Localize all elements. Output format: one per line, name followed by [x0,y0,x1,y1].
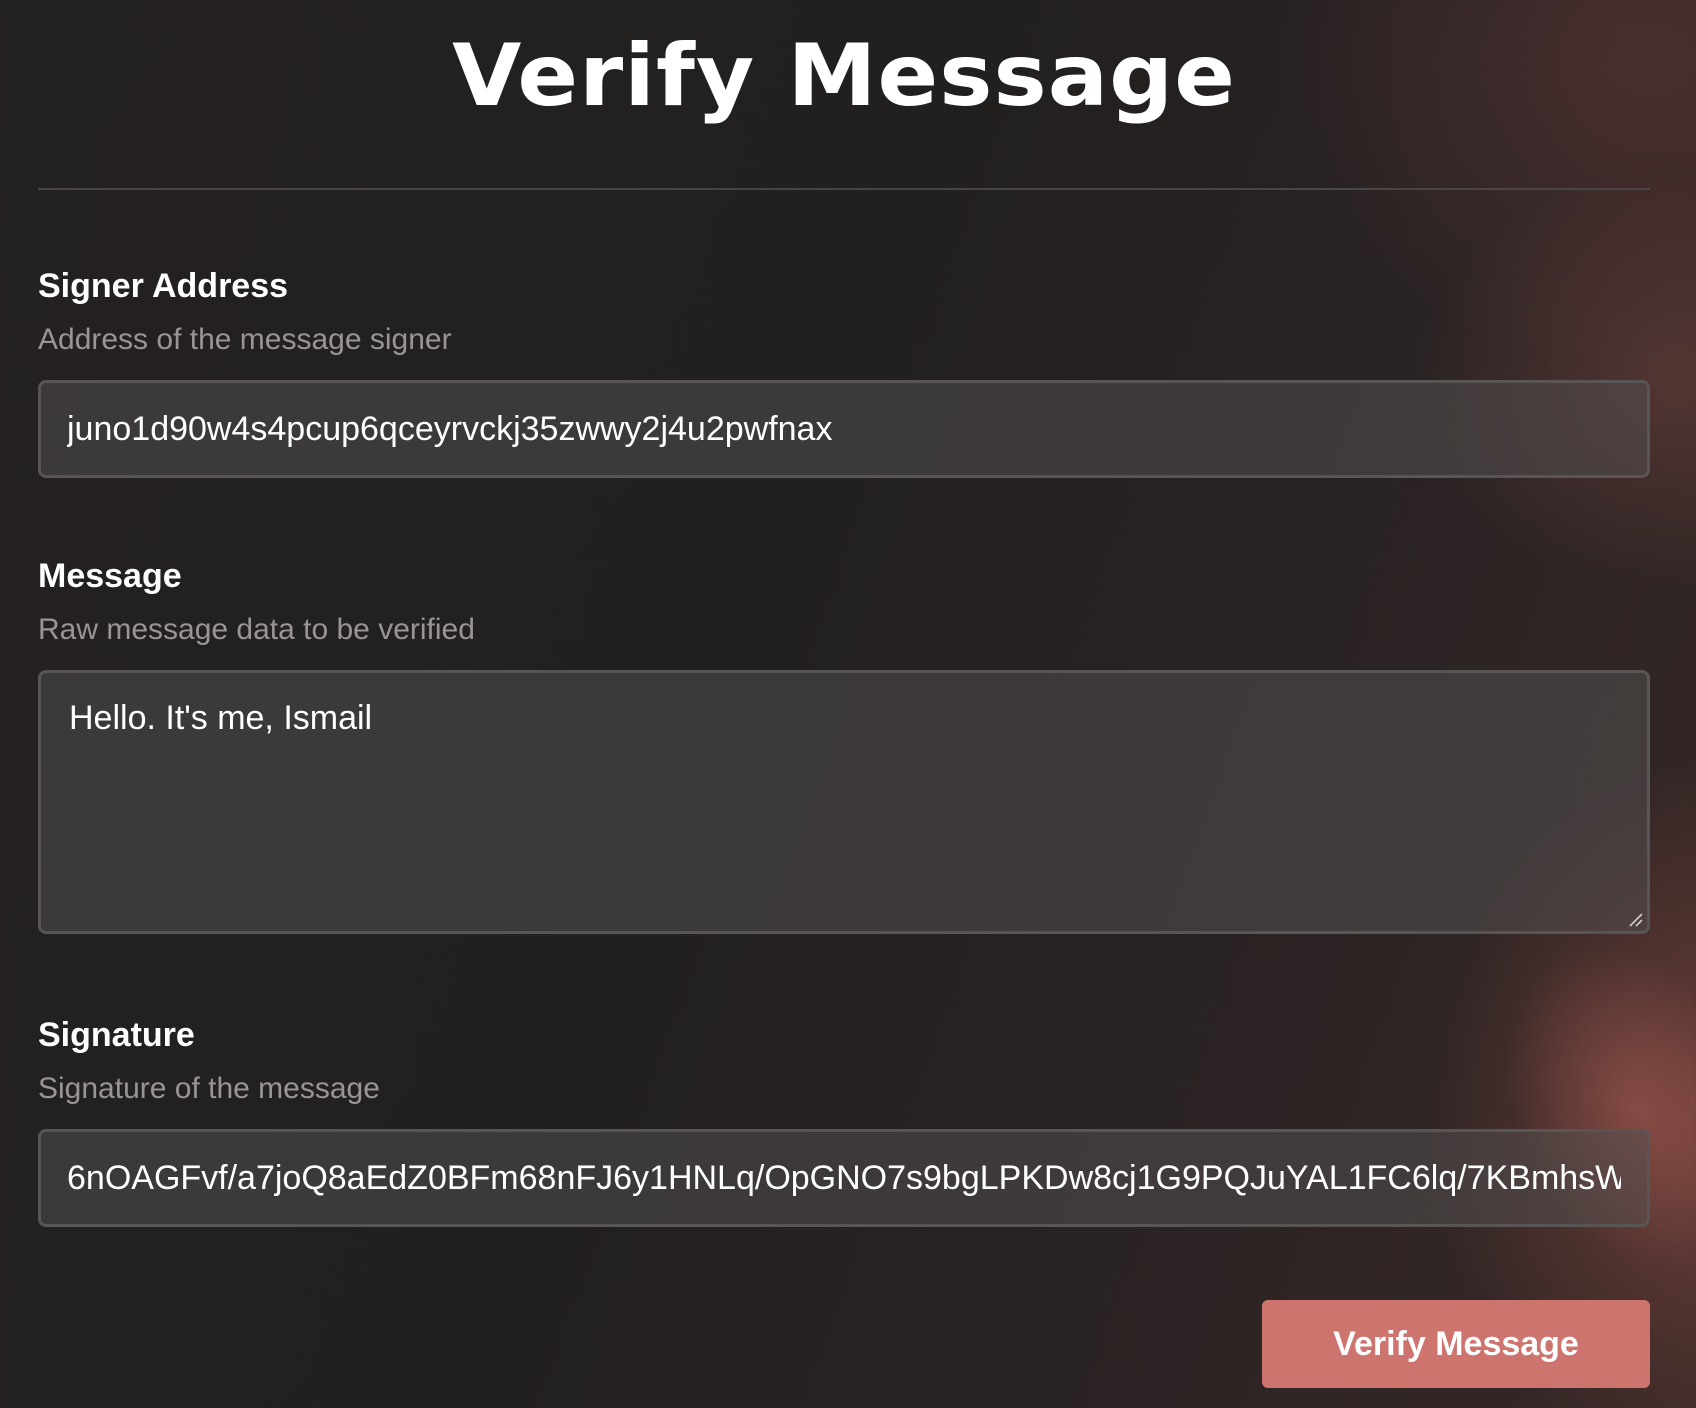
signature-input[interactable]: 6nOAGFvf/a7joQ8aEdZ0BFm68nFJ6y1HNLq/OpGN… [38,1129,1650,1227]
verify-message-form: Verify Message Signer Address Address of… [38,0,1650,1227]
message-label: Message [38,557,182,595]
message-textarea[interactable]: Hello. It's me, Ismail [38,670,1650,934]
signer-address-value: juno1d90w4s4pcup6qceyrvckj35zwwy2j4u2pwf… [67,409,833,448]
signature-label: Signature [38,1016,195,1054]
signature-description: Signature of the message [38,1072,380,1105]
signature-group: Signature Signature of the message 6nOAG… [38,1015,1650,1227]
message-description: Raw message data to be verified [38,613,475,646]
signer-address-description: Address of the message signer [38,323,452,356]
signer-address-group: Signer Address Address of the message si… [38,266,1650,478]
resize-handle-icon[interactable] [1627,911,1643,927]
title-divider [38,188,1650,190]
signer-address-input[interactable]: juno1d90w4s4pcup6qceyrvckj35zwwy2j4u2pwf… [38,380,1650,478]
signature-value: 6nOAGFvf/a7joQ8aEdZ0BFm68nFJ6y1HNLq/OpGN… [67,1158,1621,1197]
signer-address-label: Signer Address [38,267,289,305]
page-title: Verify Message [452,26,1236,126]
message-value: Hello. It's me, Ismail [69,699,373,737]
verify-message-button[interactable]: Verify Message [1262,1300,1650,1388]
message-group: Message Raw message data to be verified … [38,556,1650,934]
